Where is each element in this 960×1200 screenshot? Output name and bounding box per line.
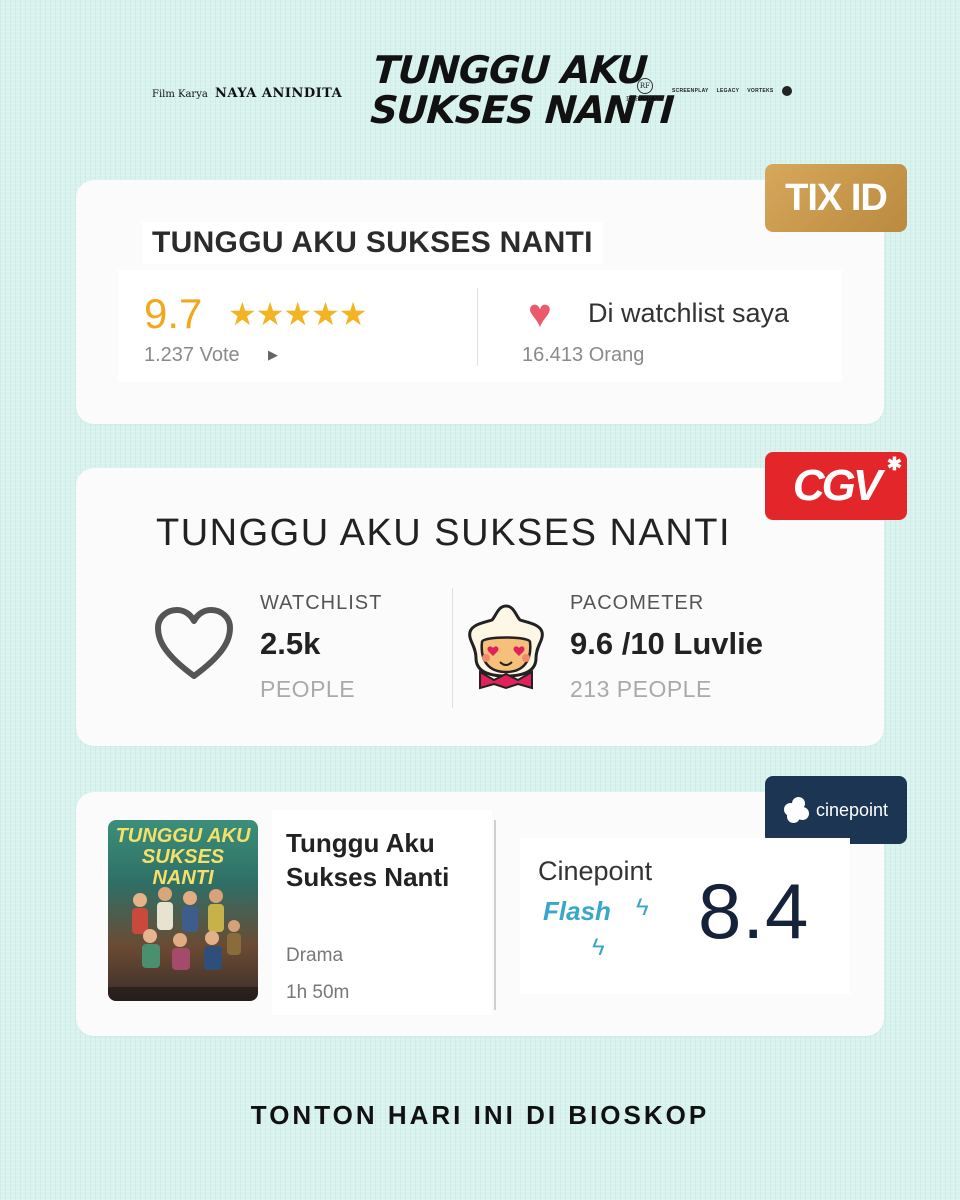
legacy-logo: LEGACY — [716, 87, 740, 94]
tix-film-title: TUNGGU AKU SUKSES NANTI — [142, 222, 603, 264]
film-title-logo: TUNGGU AKU SUKSES NANTI — [369, 48, 675, 132]
title-logo-line-2: SUKSES NANTI — [369, 88, 675, 132]
movie-poster[interactable]: TUNGGU AKU SUKSES NANTI — [108, 820, 258, 1001]
footer-cta: TONTON HARI INI DI BIOSKOP — [250, 1100, 710, 1130]
divider — [452, 588, 453, 708]
tix-vote-count[interactable]: 1.237 Vote — [144, 344, 240, 367]
cgv-pacometer-label: PACOMETER — [570, 592, 705, 614]
film-genre: Drama — [286, 945, 344, 966]
credit-prefix: Film Karya — [152, 89, 208, 100]
tix-watchlist-label[interactable]: Di watchlist saya — [588, 298, 789, 329]
cgv-film-title: TUNGGU AKU SUKSES NANTI — [156, 512, 732, 554]
title-logo-line-1: TUNGGU AKU — [371, 48, 649, 92]
cgv-watchlist-value: 2.5k — [260, 626, 321, 661]
cinepoint-brand-label: Cinepoint — [538, 856, 653, 886]
cinepoint-badge-text: cinepoint — [815, 799, 889, 820]
cinepoint-badge: cinepoint — [765, 776, 907, 844]
rf-mark-icon: RF — [636, 78, 653, 94]
cgv-badge: CGV ✱ — [765, 452, 907, 520]
chevron-right-icon[interactable]: ▶ — [268, 347, 278, 363]
cinepoint-flash-label: Flash — [543, 896, 611, 926]
header: Film Karya NAYA ANINDITA TUNGGU AKU SUKS… — [0, 0, 960, 160]
poster-title-line-1: TUNGGU AKU — [115, 825, 251, 847]
cinepoint-logo-icon — [783, 797, 810, 823]
tix-id-badge: TIX ID — [765, 164, 907, 232]
asterisk-icon: ✱ — [886, 454, 902, 474]
unions-logo-icon — [781, 85, 792, 96]
screenplay-logo: SCREENPLAY — [671, 87, 709, 94]
vorteks-logo: VORTEKS — [747, 87, 774, 94]
tix-star-rating-icon: ★★★★★ — [228, 296, 367, 332]
poster-footer — [108, 987, 258, 1001]
heart-icon[interactable]: ♥ — [528, 294, 552, 334]
cinepoint-film-title[interactable]: Tunggu Aku Sukses Nanti — [286, 826, 486, 894]
rapi-films-logo: RF RAPI FILMS — [626, 78, 664, 103]
tix-score: 9.7 — [144, 290, 203, 337]
director-name: NAYA ANINDITA — [215, 86, 343, 101]
partner-logos: RF RAPI FILMS SCREENPLAY LEGACY VORTEKS — [626, 78, 792, 103]
cgv-badge-text: CGV — [792, 461, 882, 510]
tix-watchlist-count: 16.413 Orang — [522, 344, 645, 366]
lightning-icon: ϟ — [636, 894, 649, 921]
cinepoint-score: 8.4 — [698, 867, 810, 955]
lightning-icon: ϟ — [592, 934, 605, 961]
poster-cast-illustration — [132, 887, 241, 970]
film-credit: Film Karya NAYA ANINDITA — [152, 86, 342, 101]
divider — [494, 820, 496, 1010]
cgv-watchlist-sub: PEOPLE — [260, 676, 356, 702]
cgv-pacometer-sub: 213 PEOPLE — [570, 676, 712, 702]
luvlie-mascot-icon — [468, 604, 544, 690]
divider — [477, 288, 478, 366]
cgv-watchlist-label: WATCHLIST — [260, 592, 383, 614]
cgv-pacometer-value: 9.6 /10 Luvlie — [570, 626, 763, 661]
film-duration: 1h 50m — [286, 982, 350, 1003]
rapi-films-text: RAPI FILMS — [626, 96, 664, 103]
heart-outline-icon[interactable] — [154, 606, 234, 682]
